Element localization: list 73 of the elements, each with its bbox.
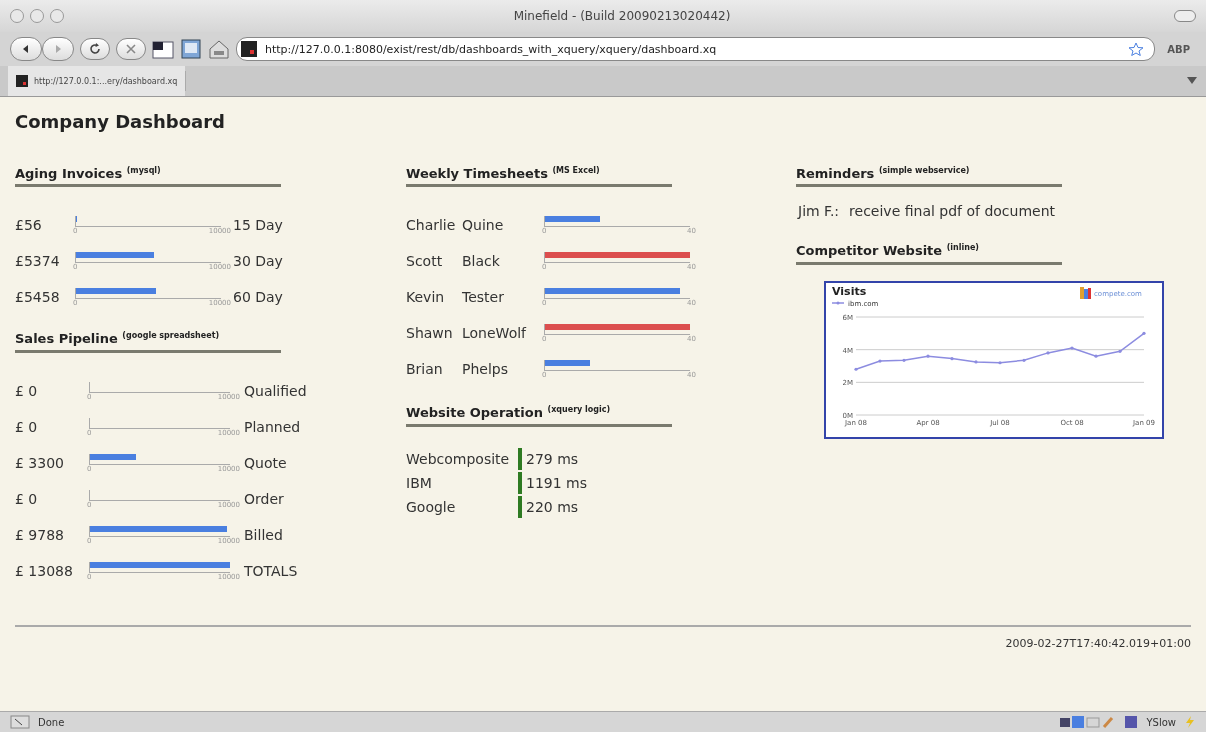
- amount: £5458: [15, 289, 61, 306]
- legend-swatch: [831, 301, 845, 305]
- response-time: 279 ms: [526, 450, 579, 467]
- section-heading: Reminders $^{(simple webservice)}$: [796, 166, 1062, 188]
- browser-tab[interactable]: http://127.0.0.1:...ery/dashboard.xq: [8, 66, 186, 96]
- toolbar-toggle-button[interactable]: [1174, 10, 1196, 22]
- logo-icon: [1080, 286, 1091, 299]
- window-title: Minefield - (Build 20090213020442): [512, 9, 732, 23]
- star-icon[interactable]: [1128, 42, 1145, 56]
- window-icon[interactable]: [152, 38, 174, 60]
- site-name: IBM: [406, 474, 433, 491]
- response-time: 220 ms: [526, 498, 579, 515]
- first-name: Brian: [406, 361, 444, 378]
- last-name: LoneWolf: [462, 325, 528, 342]
- site-icon: [241, 41, 257, 57]
- bar-label: Order: [244, 490, 284, 507]
- site-name: Google: [406, 498, 457, 515]
- reload-icon: [88, 42, 102, 56]
- last-name: Quine: [462, 217, 505, 234]
- amount: £ 0: [15, 418, 39, 435]
- bar-label: 15 Day: [233, 217, 283, 234]
- first-name: Shawn: [406, 325, 454, 342]
- bar-label: Quote: [244, 454, 287, 471]
- lightning-icon: [1184, 716, 1196, 728]
- reminder-author: Jim F.:: [798, 203, 840, 220]
- last-name: Phelps: [462, 361, 509, 378]
- page-icon[interactable]: [180, 38, 202, 60]
- adblock-button[interactable]: ABP: [1161, 43, 1196, 55]
- bar-label: TOTALS: [244, 562, 298, 579]
- first-name: Kevin: [406, 289, 446, 306]
- last-name: Tester: [462, 289, 505, 306]
- timestamp: 2009-02-27T17:40:42.019+01:00: [1005, 636, 1191, 650]
- reload-button[interactable]: [80, 38, 110, 60]
- close-icon: [125, 43, 137, 55]
- zoom-button[interactable]: [50, 9, 64, 23]
- bar-label: 60 Day: [233, 289, 283, 306]
- status-text: Done: [38, 716, 65, 728]
- forward-button[interactable]: [42, 37, 74, 61]
- back-button[interactable]: [10, 37, 42, 61]
- bar-label: 30 Day: [233, 253, 283, 270]
- section-heading: Sales Pipeline $^{(google spreadsheet)}$: [15, 331, 281, 353]
- first-name: Charlie: [406, 217, 457, 234]
- site-icon: [16, 75, 28, 87]
- yslow-icon[interactable]: [1124, 715, 1139, 729]
- section-heading: Website Operation $^{(xquery logic)}$: [406, 405, 672, 427]
- bar-label: Billed: [244, 526, 283, 543]
- bar-label: Qualified: [244, 382, 307, 399]
- house-icon[interactable]: [208, 38, 230, 60]
- close-button[interactable]: [10, 9, 24, 23]
- tab-list-icon[interactable]: [1186, 76, 1198, 86]
- amount: £ 0: [15, 382, 39, 399]
- chart-title: Visits: [832, 284, 867, 298]
- response-time: 1191 ms: [526, 474, 587, 491]
- site-name: Webcomposite: [406, 450, 511, 467]
- last-name: Black: [462, 253, 501, 270]
- amount: £ 0: [15, 490, 39, 507]
- amount: £ 13088: [15, 562, 74, 579]
- address-field[interactable]: http://127.0.0.1:8080/exist/rest/db/dashboards_with_xquery/xquery/dashboard.xq: [236, 37, 1156, 61]
- section-heading: Weekly Timesheets $^{(MS Excel)}$: [406, 166, 672, 188]
- amount: £ 9788: [15, 526, 65, 543]
- section-heading: Competitor Website $^{(inline)}$: [796, 243, 1062, 265]
- amount: £ 3300: [15, 454, 65, 471]
- bar-label: Planned: [244, 418, 301, 435]
- status-icon: [10, 715, 30, 729]
- first-name: Scott: [406, 253, 444, 270]
- page-title: Company Dashboard: [15, 111, 226, 132]
- reminder-text: receive final pdf of document: [849, 203, 1056, 220]
- amount: £56: [15, 217, 43, 234]
- amount: £5374: [15, 253, 61, 270]
- stop-button[interactable]: [116, 38, 146, 60]
- yslow-label[interactable]: YSlow: [1146, 716, 1176, 728]
- minimize-button[interactable]: [30, 9, 44, 23]
- section-heading: Aging Invoices $^{(mysql)}$: [15, 166, 281, 188]
